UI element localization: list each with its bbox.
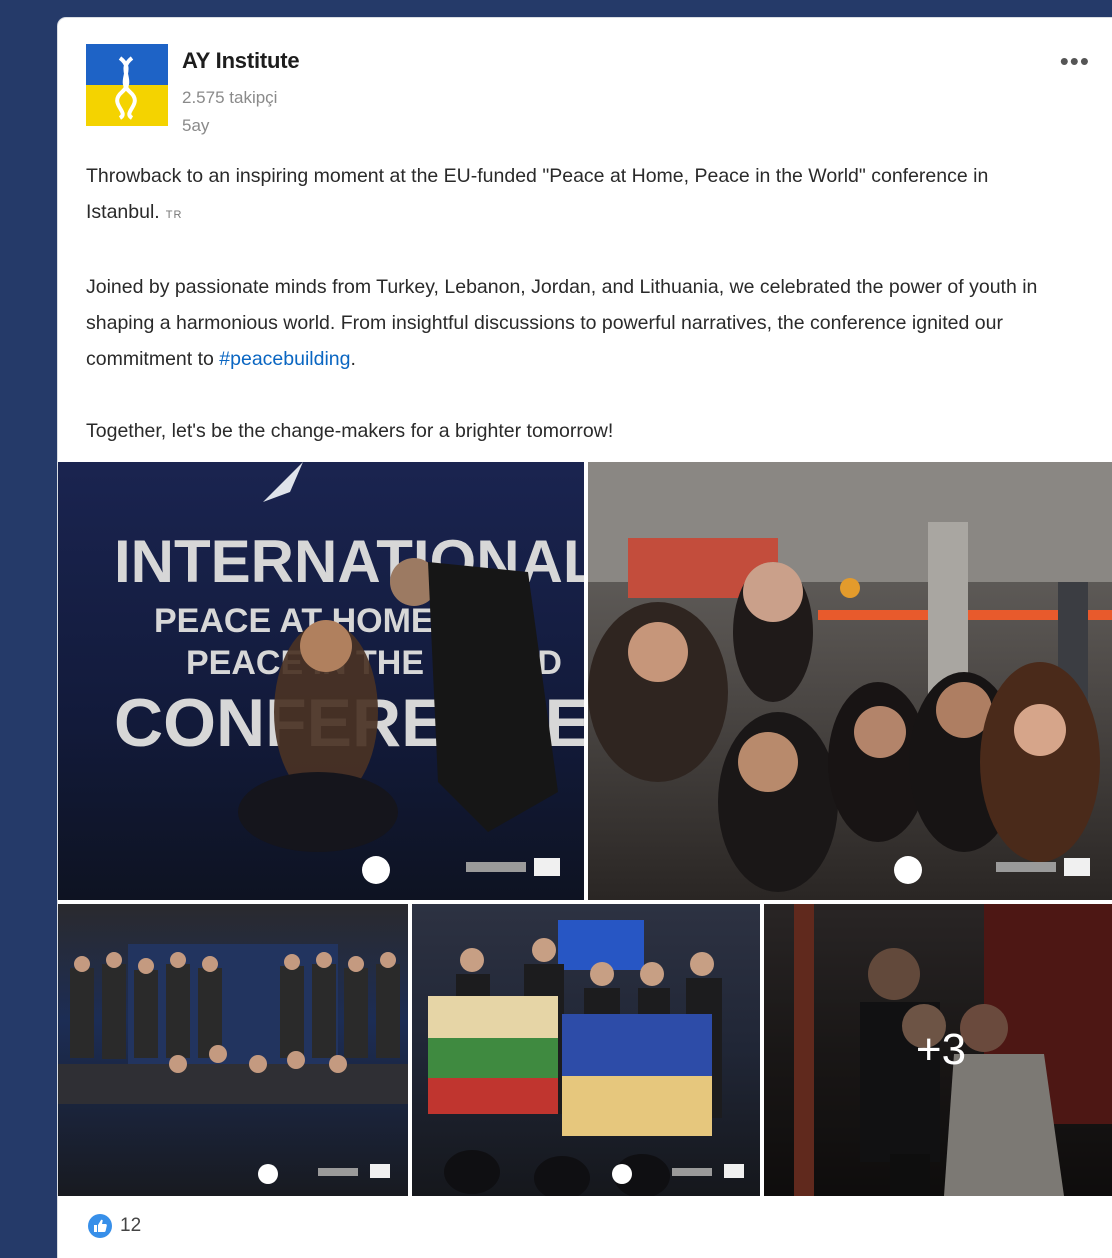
post-paragraph-2: Joined by passionate minds from Turkey, … [86,269,1086,377]
post-time: 5ay [182,116,210,135]
post-image-2[interactable] [588,462,1112,900]
post-image-5[interactable]: +3 [764,904,1112,1196]
group-selfie-photo [588,462,1112,892]
hashtag-link[interactable]: #peacebuilding [219,348,350,370]
post-paragraph-1: Throwback to an inspiring moment at the … [86,158,1086,233]
paragraph-2-end: . [350,348,356,370]
reactions-bar[interactable]: 12 [88,1214,141,1238]
company-logo[interactable] [86,44,168,126]
post-card: AY Institute 2.575 takipçi 5ay ••• Throw… [58,18,1112,1258]
paragraph-1-text: Throwback to an inspiring moment at the … [86,165,989,223]
conference-banner-photo: INTERNATIONAL PEACE AT HOME, PEACE IN TH… [114,462,584,884]
post-image-1[interactable]: INTERNATIONAL PEACE AT HOME, PEACE IN TH… [58,462,584,900]
post-image-4[interactable] [412,904,760,1196]
post-paragraph-3: Together, let's be the change-makers for… [86,420,614,442]
translate-flag[interactable]: TR [166,209,183,221]
group-photo [58,944,408,1184]
follower-count: 2.575 takipçi [182,88,278,107]
flags-photo [428,920,744,1196]
post-text: Throwback to an inspiring moment at the … [86,158,1086,449]
post-image-3[interactable] [58,904,408,1196]
dna-icon [115,56,137,120]
more-options-button[interactable]: ••• [1060,46,1090,77]
author-name[interactable]: AY Institute [182,48,300,74]
like-reaction-icon [88,1214,112,1238]
reaction-count: 12 [120,1215,142,1236]
banner-line-2: PEACE AT HOME, [154,602,443,640]
more-photos-overlay[interactable]: +3 [764,904,1112,1196]
